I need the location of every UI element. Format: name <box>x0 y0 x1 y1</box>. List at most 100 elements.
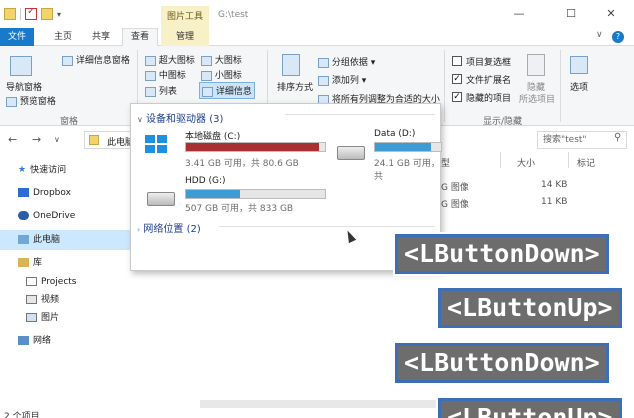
sidebar-label: Dropbox <box>33 188 71 198</box>
minimize-button[interactable]: — <box>496 0 542 28</box>
file-extensions-checkbox[interactable]: ✓ <box>452 74 462 84</box>
hide-selected-icon[interactable] <box>527 54 545 76</box>
hard-drive-icon <box>337 146 365 160</box>
network-header-label: 网络位置 (2) <box>143 224 201 235</box>
sidebar-item-quick-access[interactable]: ★ 快速访问 <box>0 160 130 180</box>
layout-large-label: 大图标 <box>214 56 242 66</box>
drive-c-name[interactable]: 本地磁盘 (C:) <box>185 129 240 142</box>
show-hide-group-label: 显示/隐藏 <box>483 117 523 127</box>
navigation-pane-button[interactable]: 导航窗格 <box>6 80 42 93</box>
layout-medium[interactable]: 中图标 <box>145 68 186 81</box>
group-by-button[interactable]: 分组依据 ▾ <box>318 55 375 68</box>
address-bar[interactable]: 此电脑 <box>84 131 134 149</box>
item-checkboxes-label: 项目复选框 <box>466 58 512 68</box>
pane-group-label: 窗格 <box>60 117 79 127</box>
details-pane-button[interactable]: 详细信息窗格 <box>62 53 130 66</box>
sidebar-item-dropbox[interactable]: Dropbox <box>0 183 130 203</box>
drive-g-name[interactable]: HDD (G:) <box>185 176 226 186</box>
section-divider <box>219 226 435 227</box>
group-by-icon <box>318 57 329 68</box>
new-folder-icon[interactable] <box>41 8 53 20</box>
close-button[interactable]: ✕ <box>588 0 634 28</box>
hard-drive-icon <box>147 192 175 206</box>
folder-icon[interactable] <box>4 8 16 20</box>
sidebar-item-videos[interactable]: 视频 <box>0 290 130 310</box>
navigation-pane-icon[interactable] <box>10 56 32 76</box>
sidebar-item-projects[interactable]: Projects <box>0 272 130 292</box>
group-by-label: 分组依据 <box>331 58 368 68</box>
preview-pane-icon <box>6 96 17 107</box>
dropbox-icon <box>18 188 29 197</box>
sidebar-label: OneDrive <box>33 211 76 221</box>
horizontal-scrollbar[interactable] <box>200 400 440 408</box>
details-icon <box>202 86 213 97</box>
devices-section-header[interactable]: ∨ 设备和驱动器 (3) <box>137 110 223 125</box>
sidebar-item-libraries[interactable]: 库 <box>0 253 130 273</box>
document-icon <box>26 277 37 286</box>
drive-c-info: 3.41 GB 可用，共 80.6 GB <box>185 159 299 169</box>
qat-separator <box>20 8 21 20</box>
preview-pane-button[interactable]: 预览窗格 <box>6 94 56 107</box>
sidebar-label: Projects <box>41 277 77 287</box>
customize-qat-icon[interactable]: ▾ <box>57 10 61 19</box>
tab-view[interactable]: 查看 <box>122 28 158 46</box>
drive-c-usage-bar <box>185 142 326 152</box>
action-overlay-lbuttondown: <LButtonDown> <box>393 341 611 385</box>
layout-list[interactable]: 列表 <box>145 84 177 97</box>
forward-button[interactable]: → <box>32 133 41 146</box>
sort-icon[interactable] <box>282 54 300 76</box>
devices-header-label: 设备和驱动器 (3) <box>146 114 224 125</box>
collapse-ribbon-icon[interactable]: ∨ <box>596 30 603 40</box>
drive-c-usage-fill <box>186 143 320 151</box>
sidebar-item-this-pc[interactable]: 此电脑 <box>0 230 130 250</box>
layout-list-label: 列表 <box>158 87 177 97</box>
sidebar-label: 视频 <box>41 295 60 305</box>
layout-extra-large[interactable]: 超大图标 <box>145 53 195 66</box>
details-pane-label: 详细信息窗格 <box>75 56 130 66</box>
tab-manage[interactable]: 管理 <box>161 28 209 46</box>
cloud-icon <box>18 211 29 220</box>
folder-icon <box>89 135 99 145</box>
back-button[interactable]: ← <box>8 133 17 146</box>
network-section-header[interactable]: › 网络位置 (2) <box>137 220 201 235</box>
layout-small[interactable]: 小图标 <box>201 68 242 81</box>
column-header-tags[interactable]: 标记 <box>577 156 595 169</box>
drive-g-info: 507 GB 可用，共 833 GB <box>185 204 294 214</box>
sort-button[interactable]: 排序方式 <box>277 80 313 93</box>
item-checkboxes-checkbox[interactable] <box>452 56 462 66</box>
properties-icon[interactable] <box>25 6 37 20</box>
layout-large[interactable]: 大图标 <box>201 53 242 66</box>
drive-d-name[interactable]: Data (D:) <box>374 129 415 139</box>
sidebar-label: 图片 <box>41 313 60 323</box>
large-icons-icon <box>201 55 212 66</box>
add-column-button[interactable]: 添加列 ▾ <box>318 73 366 86</box>
help-button[interactable]: ? <box>612 31 624 43</box>
computer-icon <box>18 235 29 244</box>
file-extensions-label: 文件扩展名 <box>466 76 512 86</box>
tab-file[interactable]: 文件 <box>0 28 34 46</box>
action-overlay-lbuttonup: <LButtonUp> <box>436 286 624 330</box>
hidden-items-checkbox[interactable]: ✓ <box>452 92 462 102</box>
drive-d-usage-bar <box>374 142 442 152</box>
layout-details[interactable]: 详细信息 <box>199 82 255 99</box>
layout-medium-label: 中图标 <box>158 71 186 81</box>
sidebar-item-network[interactable]: 网络 <box>0 331 130 351</box>
options-button[interactable]: 选项 <box>570 80 588 93</box>
column-header-type[interactable]: 型 <box>441 156 450 169</box>
options-icon[interactable] <box>570 56 588 74</box>
extra-large-icons-icon <box>145 55 156 66</box>
search-icon[interactable]: ⚲ <box>614 132 621 143</box>
recent-locations-button[interactable]: ∨ <box>54 135 60 144</box>
sidebar-item-pictures[interactable]: 图片 <box>0 308 130 328</box>
sidebar-label: 此电脑 <box>33 235 61 245</box>
star-icon: ★ <box>18 165 27 175</box>
action-overlay-lbuttonup: <LButtonUp> <box>436 396 624 418</box>
tab-home[interactable]: 主页 <box>48 28 78 46</box>
column-divider[interactable] <box>500 152 501 168</box>
column-divider[interactable] <box>568 152 569 168</box>
group-divider <box>444 50 445 122</box>
tab-share[interactable]: 共享 <box>86 28 116 46</box>
sidebar-item-onedrive[interactable]: OneDrive <box>0 206 130 226</box>
window-title: G:\test <box>218 10 249 20</box>
column-header-size[interactable]: 大小 <box>517 156 535 169</box>
